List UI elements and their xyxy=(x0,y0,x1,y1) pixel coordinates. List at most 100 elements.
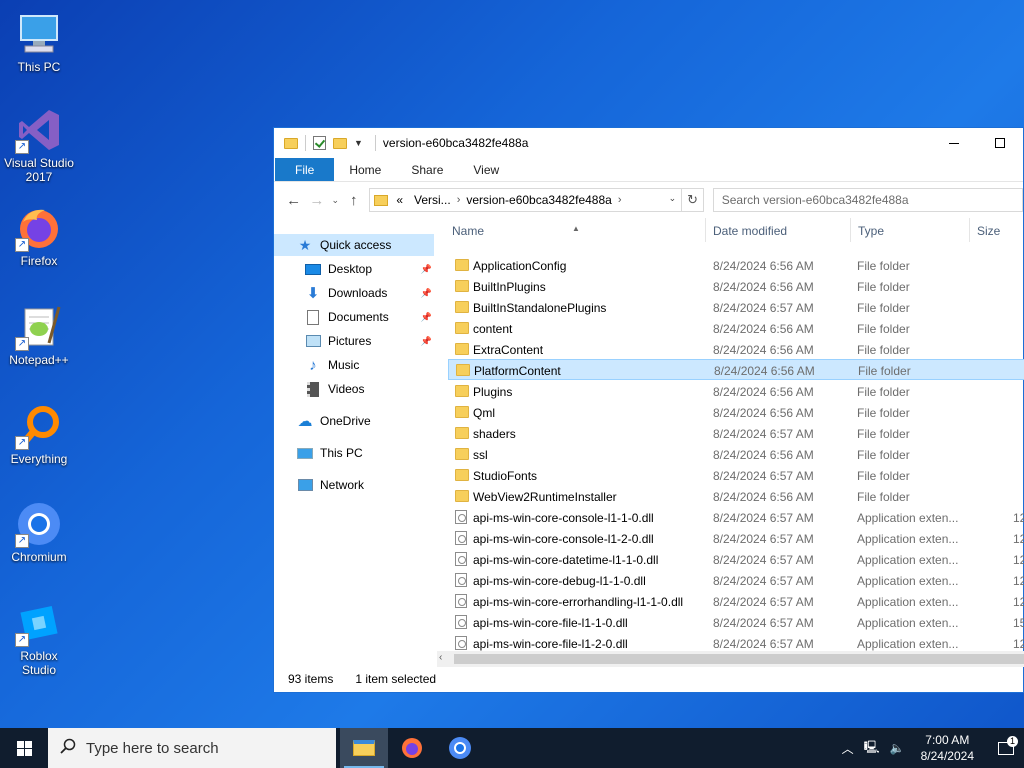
file-name: StudioFonts xyxy=(473,469,538,483)
visual-studio-icon: ↗ xyxy=(15,106,63,154)
nav-videos[interactable]: Videos xyxy=(274,378,434,400)
folder-row[interactable]: Qml 8/24/2024 6:56 AM File folder xyxy=(448,402,1024,423)
desktop-icon-roblox-studio[interactable]: ↗ Roblox Studio xyxy=(2,599,76,677)
breadcrumb-item-current[interactable]: version-e60bca3482fe488a xyxy=(466,193,611,207)
file-row[interactable]: api-ms-win-core-file-l1-2-0.dll 8/24/2024… xyxy=(448,633,1024,652)
desktop-icon-chromium[interactable]: ↗ Chromium xyxy=(2,500,76,564)
column-size[interactable]: Size xyxy=(977,224,1000,238)
folder-row[interactable]: ssl 8/24/2024 6:56 AM File folder xyxy=(448,444,1024,465)
nav-pictures[interactable]: Pictures 📌 xyxy=(274,330,434,352)
title-bar[interactable]: ▼ version-e60bca3482fe488a xyxy=(274,128,1023,158)
desktop-icon-visual-studio[interactable]: ↗ Visual Studio 2017 xyxy=(2,106,76,184)
folder-row[interactable]: PlatformContent 8/24/2024 6:56 AM File fol… xyxy=(448,359,1024,380)
desktop-icon-this-pc[interactable]: This PC xyxy=(2,10,76,74)
nav-quick-access[interactable]: ★ Quick access xyxy=(274,234,434,256)
new-folder-icon[interactable] xyxy=(333,137,347,149)
taskbar-chromium[interactable] xyxy=(436,728,484,768)
desktop-icon-everything[interactable]: ↗ Everything xyxy=(2,402,76,466)
search-input[interactable]: Search version-e60bca3482fe488a xyxy=(712,188,1023,212)
file-name: ExtraContent xyxy=(473,343,544,357)
window-title: version-e60bca3482fe488a xyxy=(382,136,529,150)
breadcrumb-item[interactable]: Versi... xyxy=(414,193,451,207)
address-history-dropdown[interactable]: ⌄ xyxy=(665,193,679,204)
forward-button[interactable]: → xyxy=(305,188,328,212)
action-center-button[interactable]: 1 xyxy=(988,735,1024,755)
tab-share[interactable]: Share xyxy=(396,158,458,181)
nav-music[interactable]: ♪ Music xyxy=(274,354,434,376)
taskbar-search[interactable]: Type here to search xyxy=(48,728,336,768)
properties-icon[interactable] xyxy=(313,136,326,150)
pin-icon: 📌 xyxy=(420,263,432,274)
folder-icon xyxy=(284,137,298,149)
folder-icon xyxy=(455,448,469,460)
dll-file-icon xyxy=(455,510,467,524)
roblox-studio-icon: ↗ xyxy=(15,599,63,647)
nav-this-pc[interactable]: This PC xyxy=(274,442,434,464)
file-row[interactable]: api-ms-win-core-console-l1-1-0.dll 8/24/2… xyxy=(448,507,1024,528)
network-status-icon[interactable]: 🖳 xyxy=(864,738,880,759)
column-date-modified[interactable]: Date modified xyxy=(713,224,787,238)
folder-row[interactable]: Plugins 8/24/2024 6:56 AM File folder xyxy=(448,381,1024,402)
nav-downloads[interactable]: ⬇ Downloads 📌 xyxy=(274,282,434,304)
chevron-right-icon[interactable]: › xyxy=(618,194,622,206)
folder-row[interactable]: WebView2RuntimeInstaller 8/24/2024 6:56 A… xyxy=(448,486,1024,507)
address-bar[interactable]: « Versi... › version-e60bca3482fe488a › … xyxy=(369,188,683,212)
scroll-left-icon[interactable]: ‹ xyxy=(439,652,442,663)
folder-icon xyxy=(455,301,469,313)
chevron-up-icon[interactable]: ︿ xyxy=(842,740,854,757)
file-row[interactable]: api-ms-win-core-file-l1-1-0.dll 8/24/2024… xyxy=(448,612,1024,633)
scrollbar-thumb[interactable] xyxy=(454,654,1024,664)
nav-desktop[interactable]: Desktop 📌 xyxy=(274,258,434,280)
desktop-icon-firefox[interactable]: ↗ Firefox xyxy=(2,204,76,268)
tab-view[interactable]: View xyxy=(458,158,514,181)
maximize-button[interactable] xyxy=(977,128,1023,158)
refresh-button[interactable]: ↻ xyxy=(682,188,704,212)
forward-arrow-icon: → xyxy=(309,191,325,209)
horizontal-scrollbar[interactable]: ‹ xyxy=(437,651,1024,667)
folder-icon xyxy=(455,385,469,397)
start-button[interactable] xyxy=(0,728,48,768)
taskbar-firefox[interactable] xyxy=(388,728,436,768)
folder-row[interactable]: ApplicationConfig 8/24/2024 6:56 AM File f… xyxy=(448,255,1024,276)
folder-row[interactable]: shaders 8/24/2024 6:57 AM File folder xyxy=(448,423,1024,444)
file-row[interactable]: api-ms-win-core-console-l1-2-0.dll 8/24/2… xyxy=(448,528,1024,549)
recent-locations-button[interactable]: ⌄ xyxy=(329,195,343,206)
file-type: File folder xyxy=(857,490,910,504)
file-row[interactable]: api-ms-win-core-debug-l1-1-0.dll 8/24/202… xyxy=(448,570,1024,591)
shortcut-arrow-icon: ↗ xyxy=(15,534,29,548)
file-name: shaders xyxy=(473,427,516,441)
folder-row[interactable]: BuiltInPlugins 8/24/2024 6:56 AM File fold… xyxy=(448,276,1024,297)
breadcrumb-overflow[interactable]: « xyxy=(396,193,403,207)
nav-onedrive[interactable]: ☁ OneDrive xyxy=(274,410,434,432)
folder-row[interactable]: BuiltInStandalonePlugins 8/24/2024 6:57 A… xyxy=(448,297,1024,318)
clock[interactable]: 7:00 AM 8/24/2024 xyxy=(921,732,974,764)
sort-ascending-icon: ▲ xyxy=(572,224,580,233)
nav-network[interactable]: Network xyxy=(274,474,434,496)
minimize-button[interactable] xyxy=(931,128,977,158)
column-name[interactable]: Name xyxy=(452,224,484,238)
nav-documents[interactable]: Documents 📌 xyxy=(274,306,434,328)
file-row[interactable]: api-ms-win-core-errorhandling-l1-1-0.dll… xyxy=(448,591,1024,612)
chevron-right-icon[interactable]: › xyxy=(457,194,461,206)
customize-quick-access-icon[interactable]: ▼ xyxy=(354,138,363,148)
folder-row[interactable]: ExtraContent 8/24/2024 6:56 AM File folder xyxy=(448,339,1024,360)
file-row[interactable]: api-ms-win-core-datetime-l1-1-0.dll 8/24/… xyxy=(448,549,1024,570)
tab-file[interactable]: File xyxy=(275,158,335,181)
folder-row[interactable]: StudioFonts 8/24/2024 6:57 AM File folder xyxy=(448,465,1024,486)
up-button[interactable]: ↑ xyxy=(342,188,365,212)
back-button[interactable]: ← xyxy=(282,188,305,212)
taskbar-file-explorer[interactable] xyxy=(340,728,388,768)
ribbon-tabs: File Home Share View xyxy=(274,158,1023,182)
file-date-modified: 8/24/2024 6:56 AM xyxy=(713,259,814,273)
shortcut-arrow-icon: ↗ xyxy=(15,436,29,450)
desktop-icon-notepadpp[interactable]: ↗ Notepad++ xyxy=(2,303,76,367)
file-type: Application exten... xyxy=(857,532,959,546)
volume-muted-icon[interactable]: 🔈 xyxy=(890,741,905,755)
folder-row[interactable]: content 8/24/2024 6:56 AM File folder xyxy=(448,318,1024,339)
file-explorer-window[interactable]: ▼ version-e60bca3482fe488a File Home Sha… xyxy=(273,127,1024,693)
navigation-bar: ← → ⌄ ↑ « Versi... › version-e60bca3482f… xyxy=(274,182,1023,218)
file-date-modified: 8/24/2024 6:57 AM xyxy=(713,511,814,525)
tab-home[interactable]: Home xyxy=(334,158,396,181)
column-type[interactable]: Type xyxy=(858,224,884,238)
dll-file-icon xyxy=(455,615,467,629)
